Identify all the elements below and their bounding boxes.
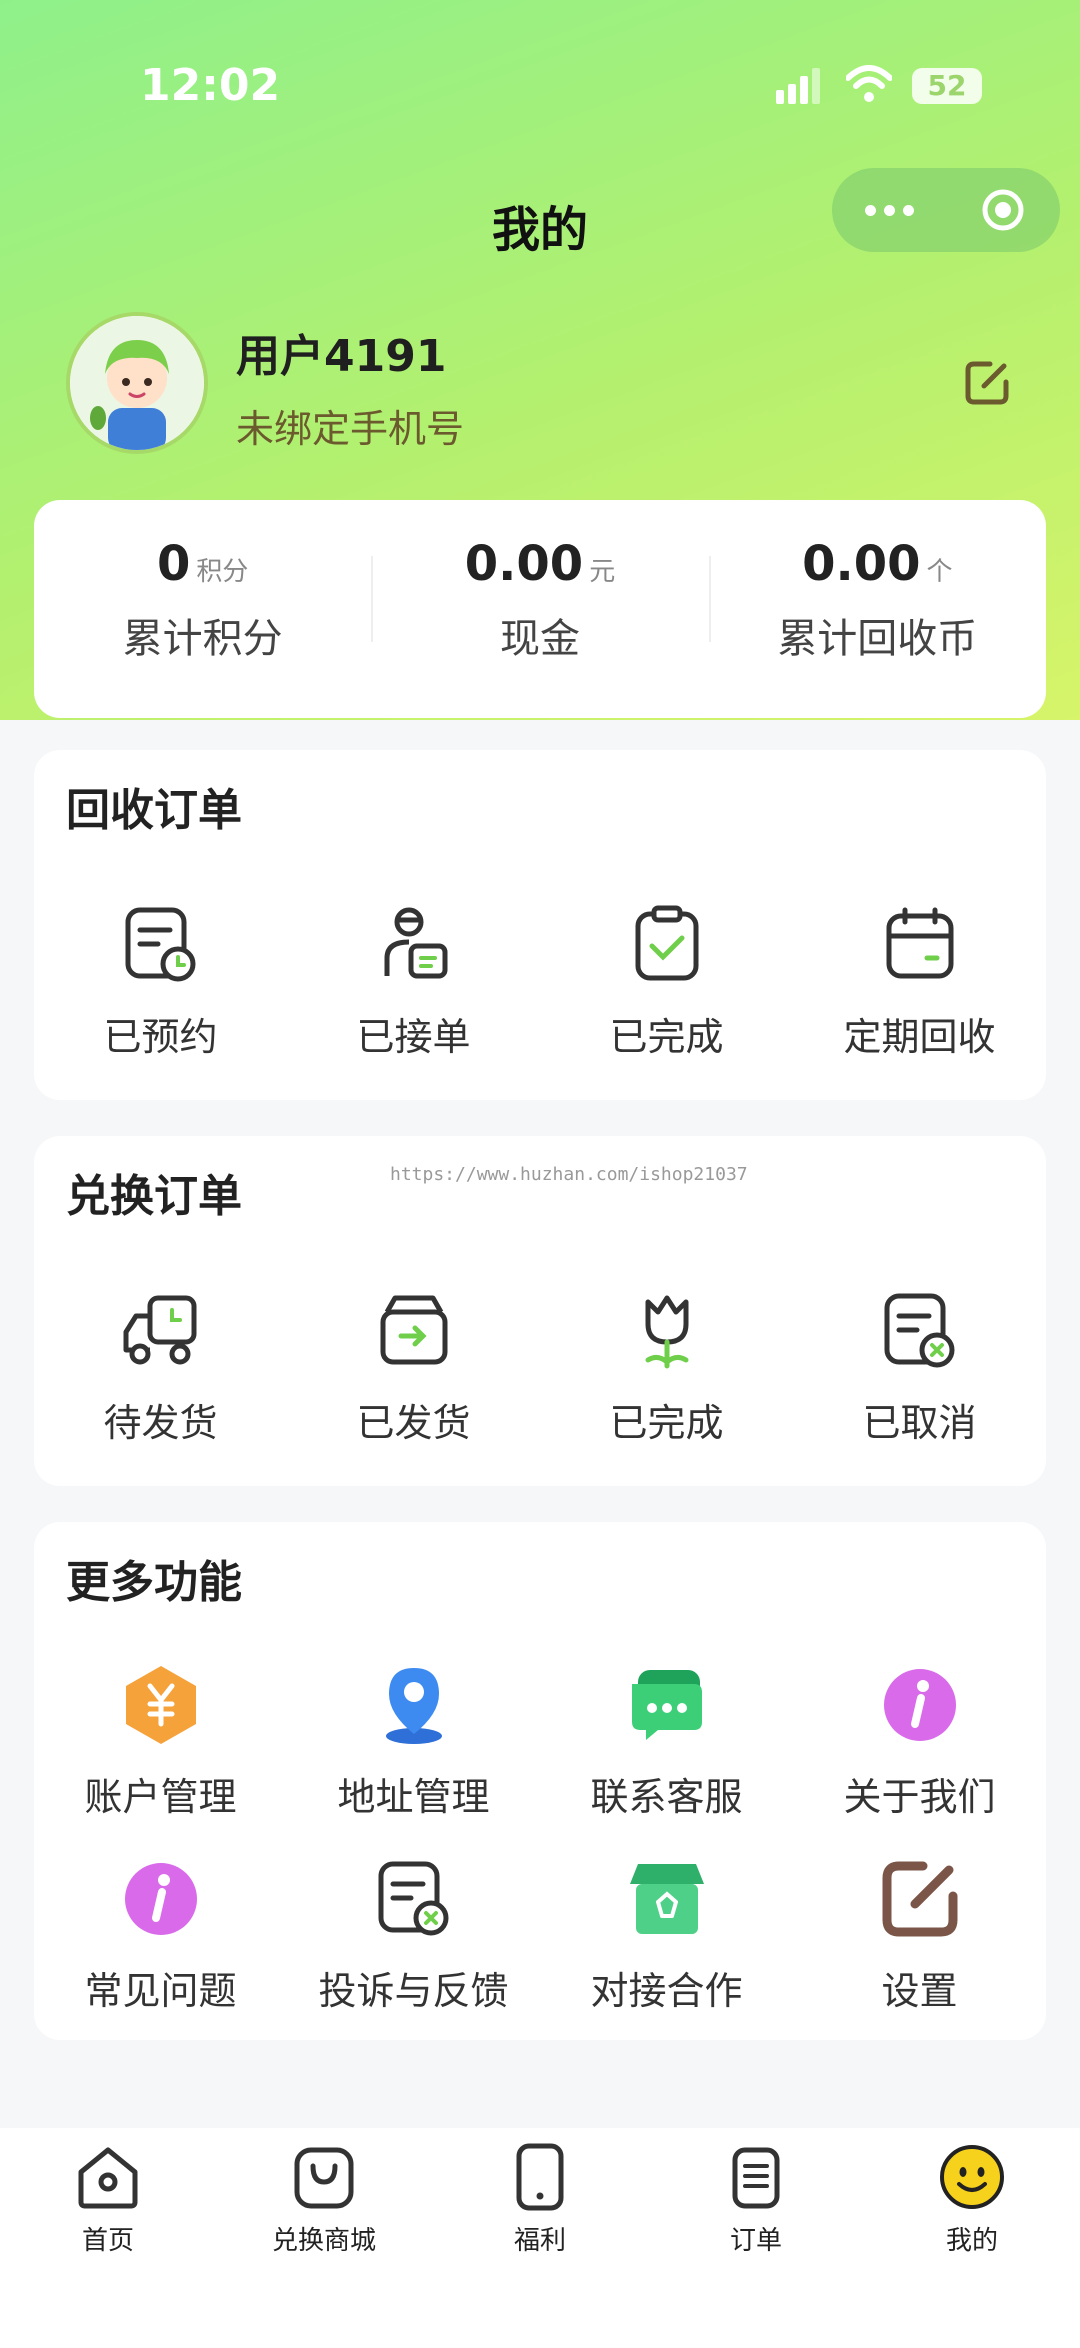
contact-support[interactable]: 联系客服 — [540, 1662, 793, 1821]
edit-square-icon — [882, 1861, 957, 1937]
section-title: 更多功能 — [66, 1557, 242, 1608]
item-label: 地址管理 — [337, 1775, 490, 1819]
exchange-orders-card: 兑换订单 待发货 已发货 已完成 已取消 — [34, 1136, 1046, 1486]
bind-phone-link[interactable]: 未绑定手机号 — [236, 398, 464, 453]
tab-label: 兑换商城 — [271, 2226, 376, 2256]
about-us[interactable]: 关于我们 — [793, 1662, 1046, 1821]
stat-label: 现金 — [499, 616, 580, 662]
wifi-icon — [846, 65, 892, 102]
tab-label: 我的 — [945, 2226, 998, 2256]
stat-value: 0.00 — [464, 536, 584, 592]
shopping-bag-icon — [294, 2147, 354, 2209]
tab-orders[interactable]: 订单 — [648, 2128, 864, 2348]
more-functions-card: 更多功能 账户管理 地址管理 联系客服 关于我们 常见问题 投诉与反馈 对接合作… — [34, 1522, 1046, 2040]
recycle-order-completed[interactable]: 已完成 — [540, 902, 793, 1061]
recycle-order-booked[interactable]: 已预约 — [34, 902, 287, 1061]
yuan-hexagon-icon — [125, 1666, 196, 1744]
exchange-order-cancelled[interactable]: 已取消 — [793, 1288, 1046, 1447]
exchange-order-completed[interactable]: 已完成 — [540, 1288, 793, 1447]
recycle-order-scheduled[interactable]: 定期回收 — [793, 902, 1046, 1061]
stat-value: 0.00 — [802, 536, 921, 592]
calendar-clock-icon — [125, 907, 195, 982]
stat-unit: 积分 — [196, 557, 249, 587]
smiley-icon — [940, 2145, 1004, 2209]
item-label: 已完成 — [609, 1401, 724, 1445]
edit-profile-icon[interactable] — [962, 356, 1014, 408]
faq[interactable]: 常见问题 — [34, 1856, 287, 2015]
calendar-icon — [886, 907, 953, 979]
item-label: 对接合作 — [590, 1969, 743, 2013]
item-label: 关于我们 — [843, 1775, 996, 1819]
tab-label: 福利 — [513, 2226, 566, 2256]
battery-indicator: 52 — [912, 68, 982, 104]
stat-value: 0 — [156, 536, 191, 592]
status-bar: 12:02 52 — [0, 0, 1080, 170]
status-time: 12:02 — [140, 60, 281, 111]
info-icon — [883, 1669, 956, 1741]
location-pin-icon — [385, 1668, 442, 1744]
username: 用户4191 — [236, 331, 447, 382]
avatar-character-icon — [70, 316, 204, 450]
stat-unit: 元 — [589, 557, 616, 587]
chat-bubble-icon — [631, 1670, 702, 1740]
section-title: 回收订单 — [66, 785, 242, 836]
address-management[interactable]: 地址管理 — [287, 1662, 540, 1821]
document-cancel-icon — [378, 1861, 448, 1936]
tab-exchange-mall[interactable]: 兑换商城 — [216, 2128, 432, 2348]
recycle-orders-card: 回收订单 已预约 已接单 已完成 定期回收 — [34, 750, 1046, 1100]
item-label: 账户管理 — [84, 1775, 237, 1819]
business-cooperation[interactable]: 对接合作 — [540, 1856, 793, 2015]
exchange-order-shipped[interactable]: 已发货 — [287, 1288, 540, 1447]
tab-home[interactable]: 首页 — [0, 2128, 216, 2348]
stat-label: 累计回收币 — [777, 616, 978, 662]
tulip-icon — [645, 1295, 688, 1369]
document-cancel-icon — [884, 1293, 954, 1368]
item-label: 常见问题 — [84, 1969, 237, 2013]
avatar[interactable] — [66, 312, 208, 454]
item-label: 已取消 — [862, 1401, 977, 1445]
recycle-store-icon — [629, 1864, 704, 1934]
phone-icon — [516, 2143, 564, 2211]
item-label: 联系客服 — [590, 1775, 743, 1819]
item-label: 定期回收 — [843, 1015, 996, 1059]
home-icon — [78, 2147, 138, 2209]
recycle-order-accepted[interactable]: 已接单 — [287, 902, 540, 1061]
stats-card: 0 积分 累计积分 0.00 元 现金 0.00 个 累计回收币 — [34, 500, 1046, 718]
complaint-feedback[interactable]: 投诉与反馈 — [287, 1856, 540, 2015]
tab-mine[interactable]: 我的 — [864, 2128, 1080, 2348]
item-label: 投诉与反馈 — [318, 1969, 509, 2013]
exchange-order-pending[interactable]: 待发货 — [34, 1288, 287, 1447]
bottom-tab-bar: 首页 兑换商城 福利 订单 我的 — [0, 2128, 1080, 2348]
item-label: 已接单 — [356, 1015, 471, 1059]
settings[interactable]: 设置 — [793, 1856, 1046, 2015]
watermark-text: https://www.huzhan.com/ishop21037 — [390, 1164, 748, 1185]
courier-icon — [384, 907, 447, 979]
item-label: 已完成 — [609, 1015, 724, 1059]
info-icon — [124, 1863, 197, 1935]
item-label: 待发货 — [103, 1401, 218, 1445]
stat-unit: 个 — [926, 557, 953, 587]
clipboard-check-icon — [635, 905, 698, 981]
stat-coins[interactable]: 0.00 个 累计回收币 — [708, 500, 1046, 718]
order-list-icon — [732, 2147, 780, 2209]
stat-cash[interactable]: 0.00 元 现金 — [371, 500, 708, 718]
item-label: 设置 — [881, 1969, 958, 2013]
tab-label: 订单 — [729, 2226, 782, 2256]
signal-icon — [776, 68, 820, 104]
tab-benefits[interactable]: 福利 — [432, 2128, 648, 2348]
account-management[interactable]: 账户管理 — [34, 1662, 287, 1821]
section-title: 兑换订单 — [66, 1171, 242, 1222]
item-label: 已预约 — [103, 1015, 218, 1059]
item-label: 已发货 — [356, 1401, 471, 1445]
stat-points[interactable]: 0 积分 累计积分 — [34, 500, 371, 718]
delivery-truck-icon — [123, 1295, 196, 1365]
stat-label: 累计积分 — [122, 616, 283, 662]
tab-label: 首页 — [81, 2226, 134, 2256]
box-arrow-icon — [380, 1295, 447, 1365]
page-title: 我的 — [491, 202, 588, 258]
